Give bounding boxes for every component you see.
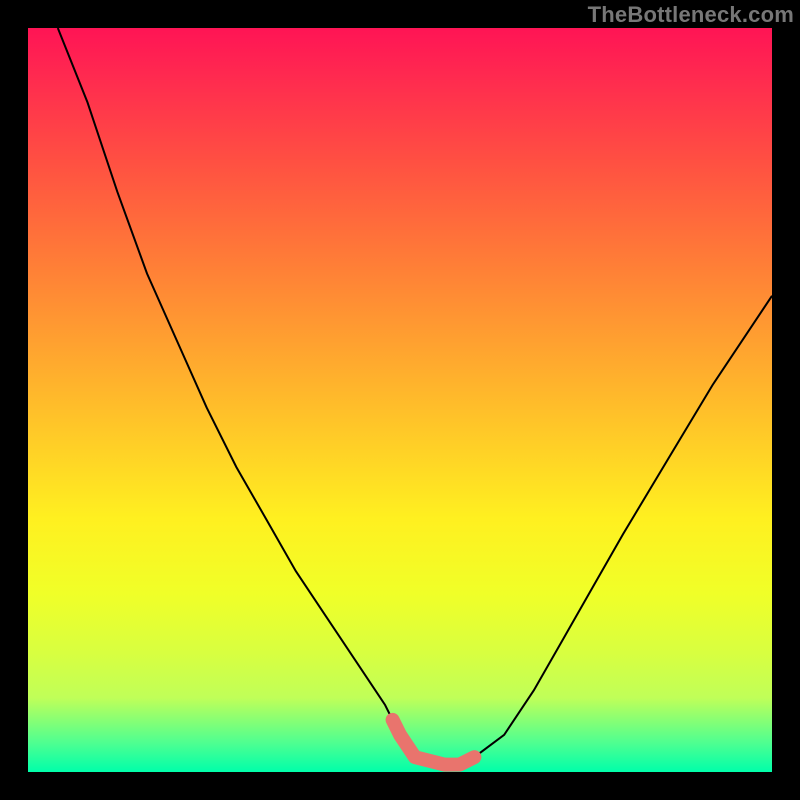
plot-area xyxy=(28,28,772,772)
chart-frame: TheBottleneck.com xyxy=(0,0,800,800)
watermark-text: TheBottleneck.com xyxy=(588,2,794,28)
